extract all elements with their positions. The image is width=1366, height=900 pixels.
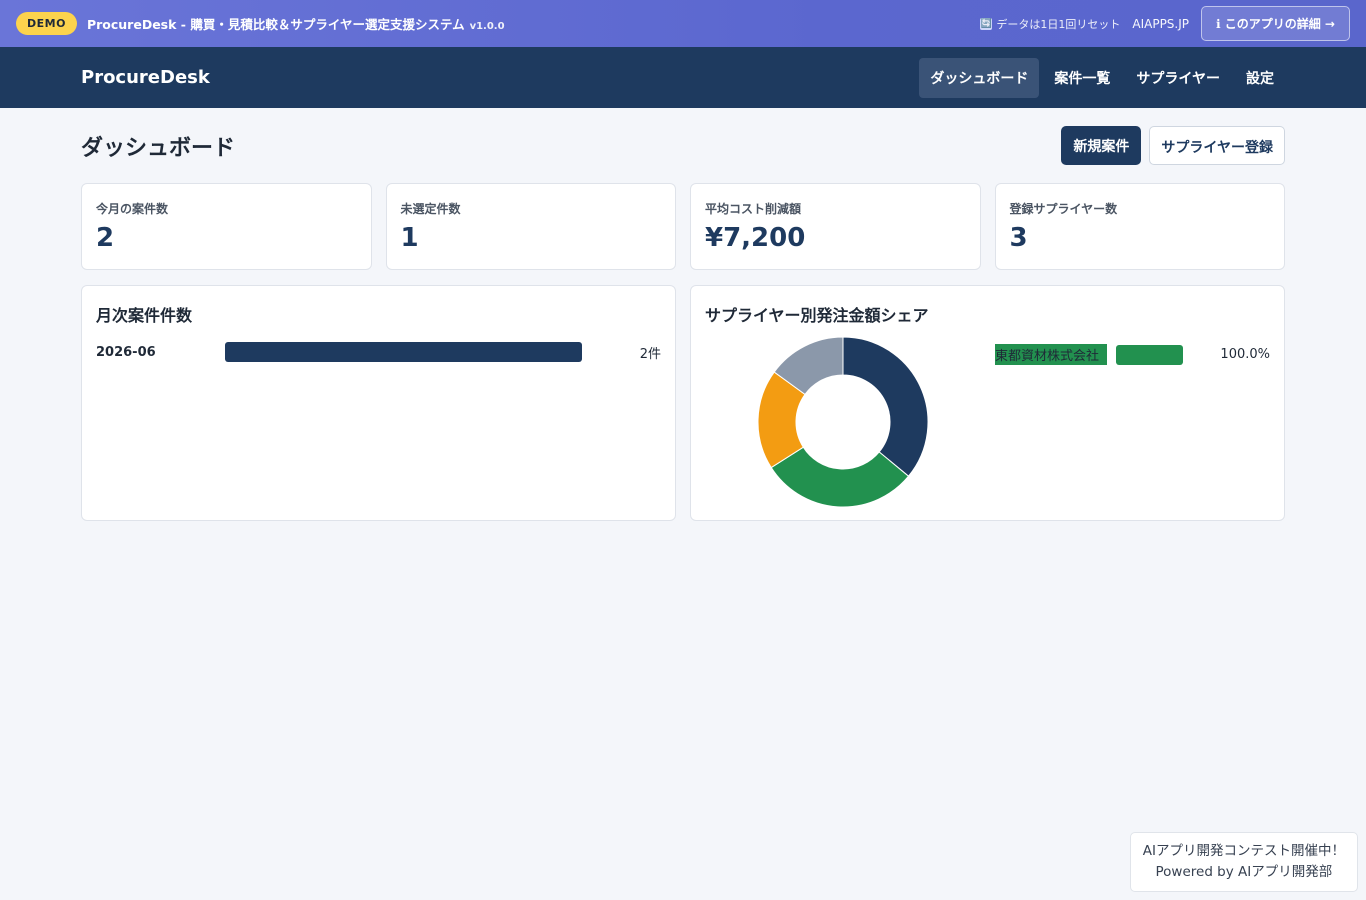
nav-links: ダッシュボード 案件一覧 サプライヤー 設定 (919, 57, 1285, 98)
demo-badge: DEMO (16, 12, 77, 35)
stat-label: 登録サプライヤー数 (1009, 202, 1118, 216)
refresh-icon: 🔄 (980, 17, 993, 30)
bar-track (225, 342, 582, 362)
legend-bar-track (1116, 344, 1184, 365)
page-title: ダッシュボード (81, 135, 236, 161)
supplier-share-panel: サプライヤー別発注金額シェア 東都資材株式会社 100.0% (690, 285, 1285, 521)
aiapps-link[interactable]: AIAPPS.JP (1132, 17, 1189, 31)
panel-title: サプライヤー別発注金額シェア (705, 306, 929, 325)
month-bar (225, 342, 582, 362)
monthly-cases-panel: 月次案件件数 2026-06 2件 (81, 285, 676, 521)
version-label: v1.0.0 (469, 21, 505, 32)
legend-supplier-name: 東都資材株式会社 (995, 344, 1108, 365)
nav-suppliers[interactable]: サプライヤー (1125, 58, 1231, 98)
register-supplier-button[interactable]: サプライヤー登録 (1149, 126, 1285, 165)
monthly-bar-row: 2026-06 2件 (96, 342, 661, 362)
nav-cases[interactable]: 案件一覧 (1043, 58, 1121, 98)
nav-settings[interactable]: 設定 (1235, 58, 1285, 98)
donut-slice-1 (842, 336, 929, 477)
donut-chart-svg (757, 336, 929, 508)
stat-value: 2 (96, 223, 115, 253)
stat-card-avg-savings: 平均コスト削減額 ¥7,200 (690, 183, 981, 270)
stat-card-suppliers: 登録サプライヤー数 3 (994, 183, 1285, 270)
contest-banner[interactable]: AIアプリ開発コンテスト開催中！ Powered by AIアプリ開発部 (1129, 832, 1358, 892)
powered-by-line: Powered by AIアプリ開発部 (1155, 864, 1333, 880)
stat-card-monthly-cases: 今月の案件数 2 (81, 183, 372, 270)
panel-title: 月次案件件数 (96, 306, 193, 325)
app-detail-button[interactable]: ℹ このアプリの詳細 → (1201, 6, 1350, 41)
main-content: ダッシュボード 新規案件 サプライヤー登録 今月の案件数 2 未選定件数 1 平… (0, 108, 1366, 521)
reset-note: 🔄 データは1日1回リセット (980, 17, 1121, 31)
stat-label: 今月の案件数 (96, 202, 169, 216)
month-count: 2件 (639, 346, 661, 362)
stats-row: 今月の案件数 2 未選定件数 1 平均コスト削減額 ¥7,200 登録サプライヤ… (81, 183, 1285, 270)
main-navbar: ProcureDesk ダッシュボード 案件一覧 サプライヤー 設定 (0, 47, 1366, 108)
month-label: 2026-06 (96, 344, 156, 360)
app-title: ProcureDesk - 購買・見積比較＆サプライヤー選定支援システム v1.0… (86, 17, 505, 32)
new-case-button[interactable]: 新規案件 (1061, 126, 1142, 165)
brand-logo[interactable]: ProcureDesk (81, 67, 210, 88)
stat-value: 1 (400, 223, 419, 253)
legend-bar (1116, 344, 1184, 365)
page-header: ダッシュボード 新規案件 サプライヤー登録 (81, 108, 1285, 183)
stat-value: ¥7,200 (705, 223, 806, 253)
stat-label: 平均コスト削減額 (705, 202, 802, 216)
stat-card-unselected: 未選定件数 1 (385, 183, 676, 270)
nav-dashboard[interactable]: ダッシュボード (919, 57, 1040, 98)
panels-row: 月次案件件数 2026-06 2件 サプライヤー別発注金額シェア 東都資材株式会… (81, 285, 1285, 521)
stat-label: 未選定件数 (400, 202, 461, 216)
contest-line: AIアプリ開発コンテスト開催中！ (1142, 843, 1345, 859)
stat-value: 3 (1009, 223, 1028, 253)
legend-row: 東都資材株式会社 100.0% (995, 344, 1270, 365)
legend-percent: 100.0% (1220, 347, 1270, 362)
demo-banner: DEMO ProcureDesk - 購買・見積比較＆サプライヤー選定支援システ… (0, 0, 1366, 47)
donut-chart (757, 336, 929, 508)
